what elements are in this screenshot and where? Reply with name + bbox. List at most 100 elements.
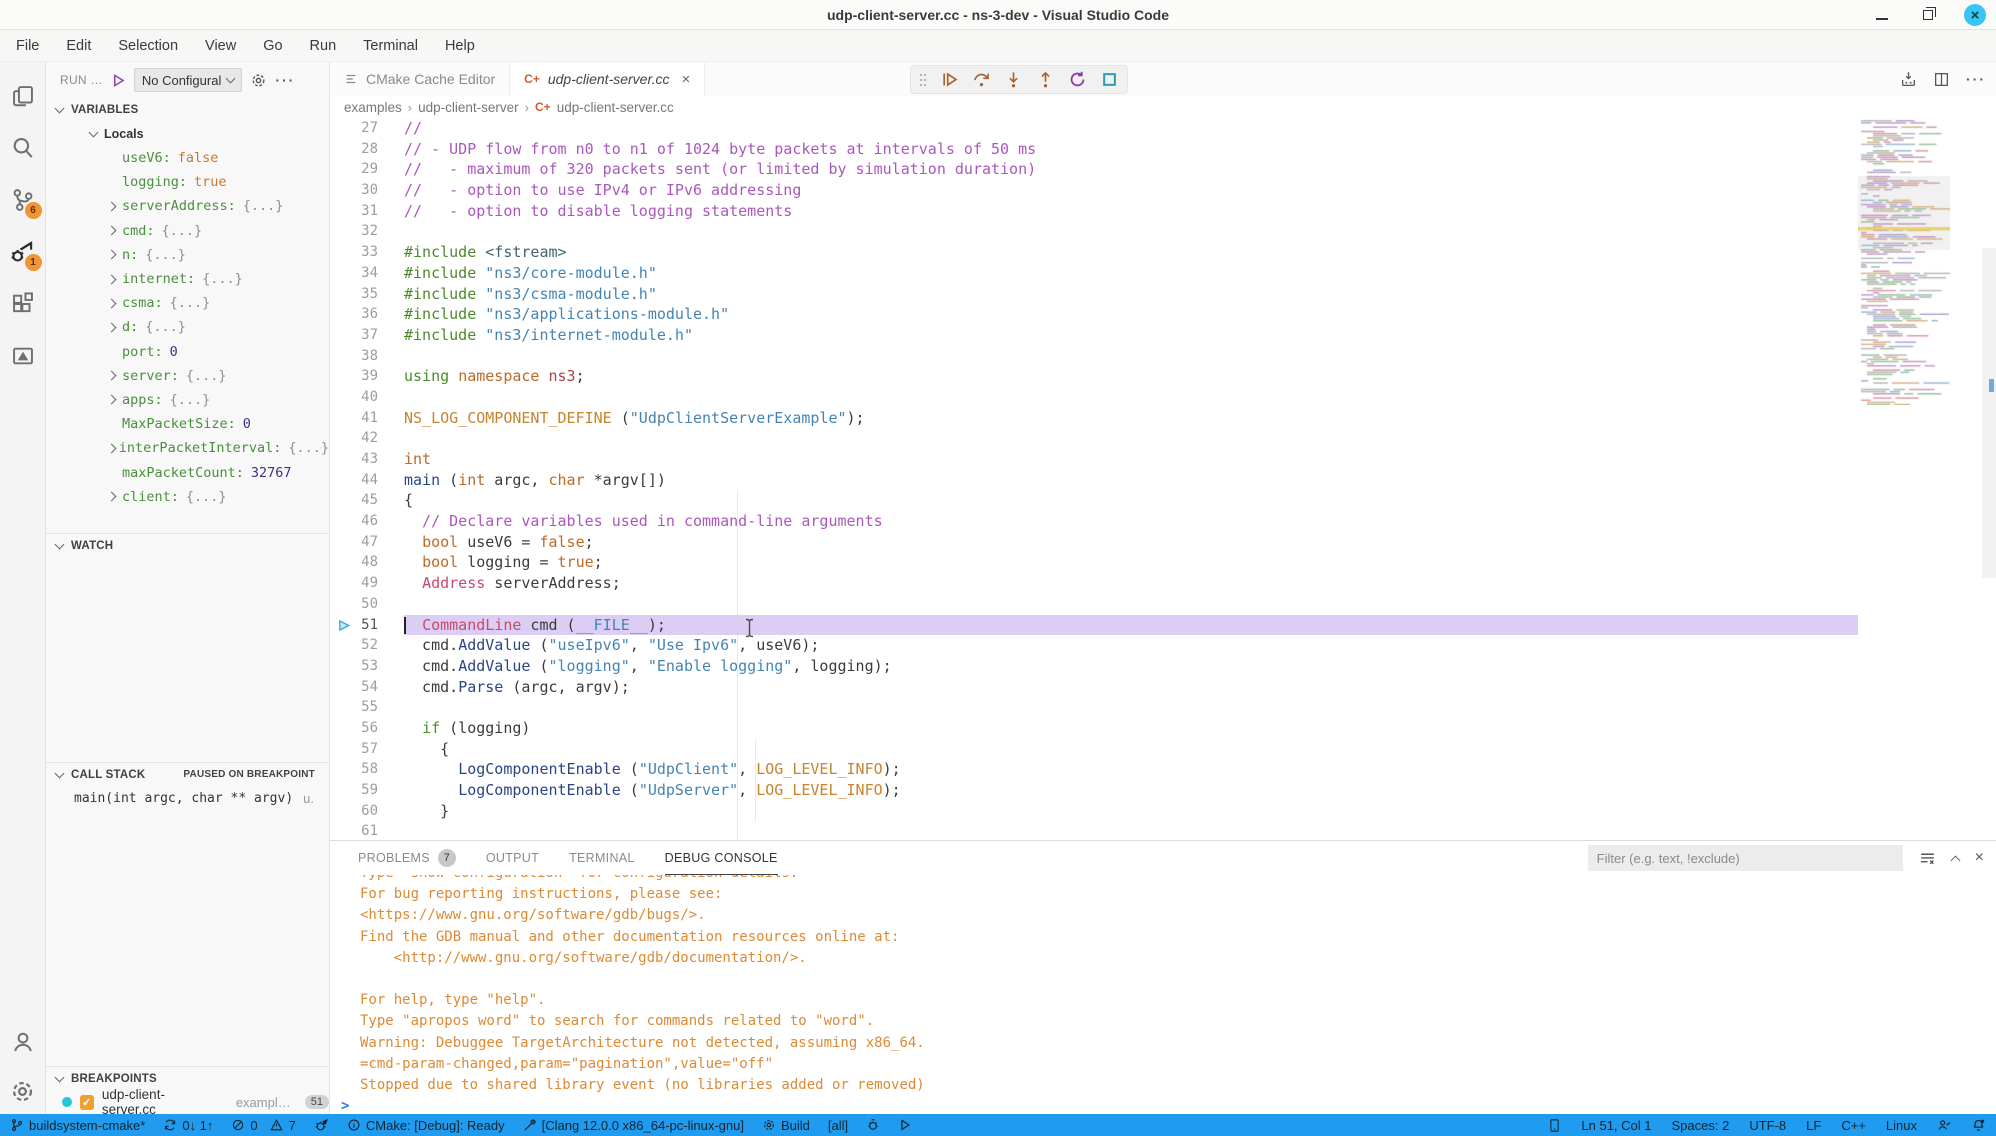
menu-item-run[interactable]: Run xyxy=(310,38,337,54)
debug-config-dropdown[interactable]: No Configural xyxy=(134,68,243,92)
minimize-button[interactable] xyxy=(1872,5,1892,25)
code-line-36[interactable]: 36#include "ns3/applications-module.h" xyxy=(330,304,1996,325)
code-line-43[interactable]: 43int xyxy=(330,449,1996,470)
tab-cmake-cache-editor[interactable]: CMake Cache Editor xyxy=(330,62,510,96)
breakpoint-checkbox[interactable]: ✓ xyxy=(80,1095,94,1110)
code-line-37[interactable]: 37#include "ns3/internet-module.h" xyxy=(330,325,1996,346)
debug-target-icon[interactable] xyxy=(866,1118,880,1132)
step-into-button[interactable] xyxy=(1004,70,1023,89)
variable-row-server[interactable]: server:{...} xyxy=(46,364,329,388)
breadcrumb-examples[interactable]: examples xyxy=(344,100,402,115)
tab-udp-client-server[interactable]: C+ udp-client-server.cc × xyxy=(510,62,705,96)
code-line-40[interactable]: 40 xyxy=(330,387,1996,408)
chevron-right-icon[interactable] xyxy=(107,250,117,260)
source-control-icon[interactable]: 6 xyxy=(0,174,46,226)
code-line-57[interactable]: 57 { xyxy=(330,739,1996,760)
code-line-35[interactable]: 35#include "ns3/csma-module.h" xyxy=(330,284,1996,305)
build-target-item[interactable]: [all] xyxy=(828,1118,848,1133)
menu-item-terminal[interactable]: Terminal xyxy=(363,38,418,54)
chevron-right-icon[interactable] xyxy=(107,226,117,236)
clear-console-icon[interactable] xyxy=(1919,850,1936,867)
close-tab-icon[interactable]: × xyxy=(682,71,691,88)
variable-row-internet[interactable]: internet:{...} xyxy=(46,267,329,291)
call-stack-section-header[interactable]: CALL STACK PAUSED ON BREAKPOINT xyxy=(46,762,329,786)
chevron-right-icon[interactable] xyxy=(107,202,117,212)
minimap[interactable] xyxy=(1858,118,1950,405)
close-button[interactable]: × xyxy=(1964,4,1986,26)
code-line-48[interactable]: 48 bool logging = true; xyxy=(330,552,1996,573)
maximize-panel-icon[interactable] xyxy=(1950,855,1960,865)
chevron-right-icon[interactable] xyxy=(107,274,117,284)
cmake-panel-icon[interactable] xyxy=(0,330,46,382)
code-line-47[interactable]: 47 bool useV6 = false; xyxy=(330,532,1996,553)
language-mode-item[interactable]: C++ xyxy=(1841,1118,1866,1133)
variable-row-port[interactable]: port:0 xyxy=(46,340,329,364)
code-line-50[interactable]: 50 xyxy=(330,594,1996,615)
more-actions-icon[interactable]: ··· xyxy=(275,72,295,88)
variables-section-header[interactable]: VARIABLES xyxy=(46,98,329,122)
settings-gear-icon[interactable] xyxy=(0,1068,46,1114)
code-line-60[interactable]: 60 } xyxy=(330,801,1996,822)
code-line-38[interactable]: 38 xyxy=(330,346,1996,367)
close-panel-icon[interactable]: × xyxy=(1975,849,1984,867)
breakpoint-row[interactable]: ✓ udp-client-server.cc exampl… 51 xyxy=(46,1090,329,1114)
step-out-button[interactable] xyxy=(1036,70,1055,89)
locals-scope-row[interactable]: Locals xyxy=(46,122,329,146)
menu-item-go[interactable]: Go xyxy=(263,38,282,54)
code-line-56[interactable]: 56 if (logging) xyxy=(330,718,1996,739)
start-debug-icon[interactable] xyxy=(111,73,126,88)
chevron-right-icon[interactable] xyxy=(107,371,117,381)
search-icon[interactable] xyxy=(0,122,46,174)
code-line-58[interactable]: 58 LogComponentEnable ("UdpClient", LOG_… xyxy=(330,759,1996,780)
variable-row-MaxPacketSize[interactable]: MaxPacketSize:0 xyxy=(46,412,329,436)
variable-row-interPacketInterval[interactable]: interPacketInterval:{...} xyxy=(46,436,329,460)
code-line-44[interactable]: 44main (int argc, char *argv[]) xyxy=(330,470,1996,491)
notifications-bell-icon[interactable] xyxy=(1971,1118,1986,1133)
chevron-right-icon[interactable] xyxy=(107,395,117,405)
variable-row-csma[interactable]: csma:{...} xyxy=(46,291,329,315)
code-line-30[interactable]: 30// - option to use IPv4 or IPv6 addres… xyxy=(330,180,1996,201)
run-debug-icon[interactable]: 1 xyxy=(0,226,46,278)
code-line-29[interactable]: 29// - maximum of 320 packets sent (or l… xyxy=(330,159,1996,180)
code-line-33[interactable]: 33#include <fstream> xyxy=(330,242,1996,263)
feedback-icon[interactable] xyxy=(1937,1118,1951,1132)
code-line-27[interactable]: 27// xyxy=(330,118,1996,139)
code-line-46[interactable]: 46 // Declare variables used in command-… xyxy=(330,511,1996,532)
variable-row-serverAddress[interactable]: serverAddress:{...} xyxy=(46,194,329,218)
watch-section-header[interactable]: WATCH xyxy=(46,533,329,557)
menu-item-view[interactable]: View xyxy=(205,38,236,54)
console-filter-input[interactable] xyxy=(1588,845,1903,871)
git-sync-item[interactable]: 0↓ 1↑ xyxy=(163,1118,213,1133)
debug-status-icon[interactable] xyxy=(314,1118,329,1133)
menu-item-edit[interactable]: Edit xyxy=(66,38,91,54)
chevron-right-icon[interactable] xyxy=(107,322,117,332)
problems-item[interactable]: 0 7 xyxy=(231,1118,295,1133)
code-line-42[interactable]: 42 xyxy=(330,428,1996,449)
variable-row-logging[interactable]: logging:true xyxy=(46,170,329,194)
code-line-59[interactable]: 59 LogComponentEnable ("UdpServer", LOG_… xyxy=(330,780,1996,801)
panel-tab-debug-console[interactable]: DEBUG CONSOLE xyxy=(665,841,778,875)
stack-frame-row[interactable]: main(int argc, char ** argv) u. xyxy=(46,786,329,810)
variable-row-d[interactable]: d:{...} xyxy=(46,315,329,339)
code-line-31[interactable]: 31// - option to disable logging stateme… xyxy=(330,201,1996,222)
debug-repl-row[interactable]: > xyxy=(330,1097,1996,1115)
cmake-kit-item[interactable]: [Clang 12.0.0 x86_64-pc-linux-gnu] xyxy=(523,1118,744,1133)
scrollbar[interactable] xyxy=(1982,248,1996,578)
drag-grip-icon[interactable] xyxy=(919,72,927,88)
variable-row-n[interactable]: n:{...} xyxy=(46,243,329,267)
restart-button[interactable] xyxy=(1068,70,1087,89)
desktop-download-icon[interactable] xyxy=(1900,71,1917,88)
more-actions-icon[interactable]: ··· xyxy=(1966,71,1986,87)
extensions-icon[interactable] xyxy=(0,278,46,330)
variable-row-client[interactable]: client:{...} xyxy=(46,485,329,509)
menu-item-selection[interactable]: Selection xyxy=(118,38,178,54)
split-editor-icon[interactable] xyxy=(1933,71,1950,88)
code-line-34[interactable]: 34#include "ns3/core-module.h" xyxy=(330,263,1996,284)
code-line-41[interactable]: 41NS_LOG_COMPONENT_DEFINE ("UdpClientSer… xyxy=(330,408,1996,429)
restore-button[interactable] xyxy=(1918,5,1938,25)
code-line-61[interactable]: 61 xyxy=(330,821,1996,840)
os-item[interactable]: Linux xyxy=(1886,1118,1917,1133)
step-over-button[interactable] xyxy=(972,70,991,89)
panel-tab-output[interactable]: OUTPUT xyxy=(486,841,539,875)
code-line-51[interactable]: 51 CommandLine cmd (__FILE__); xyxy=(330,615,1996,636)
